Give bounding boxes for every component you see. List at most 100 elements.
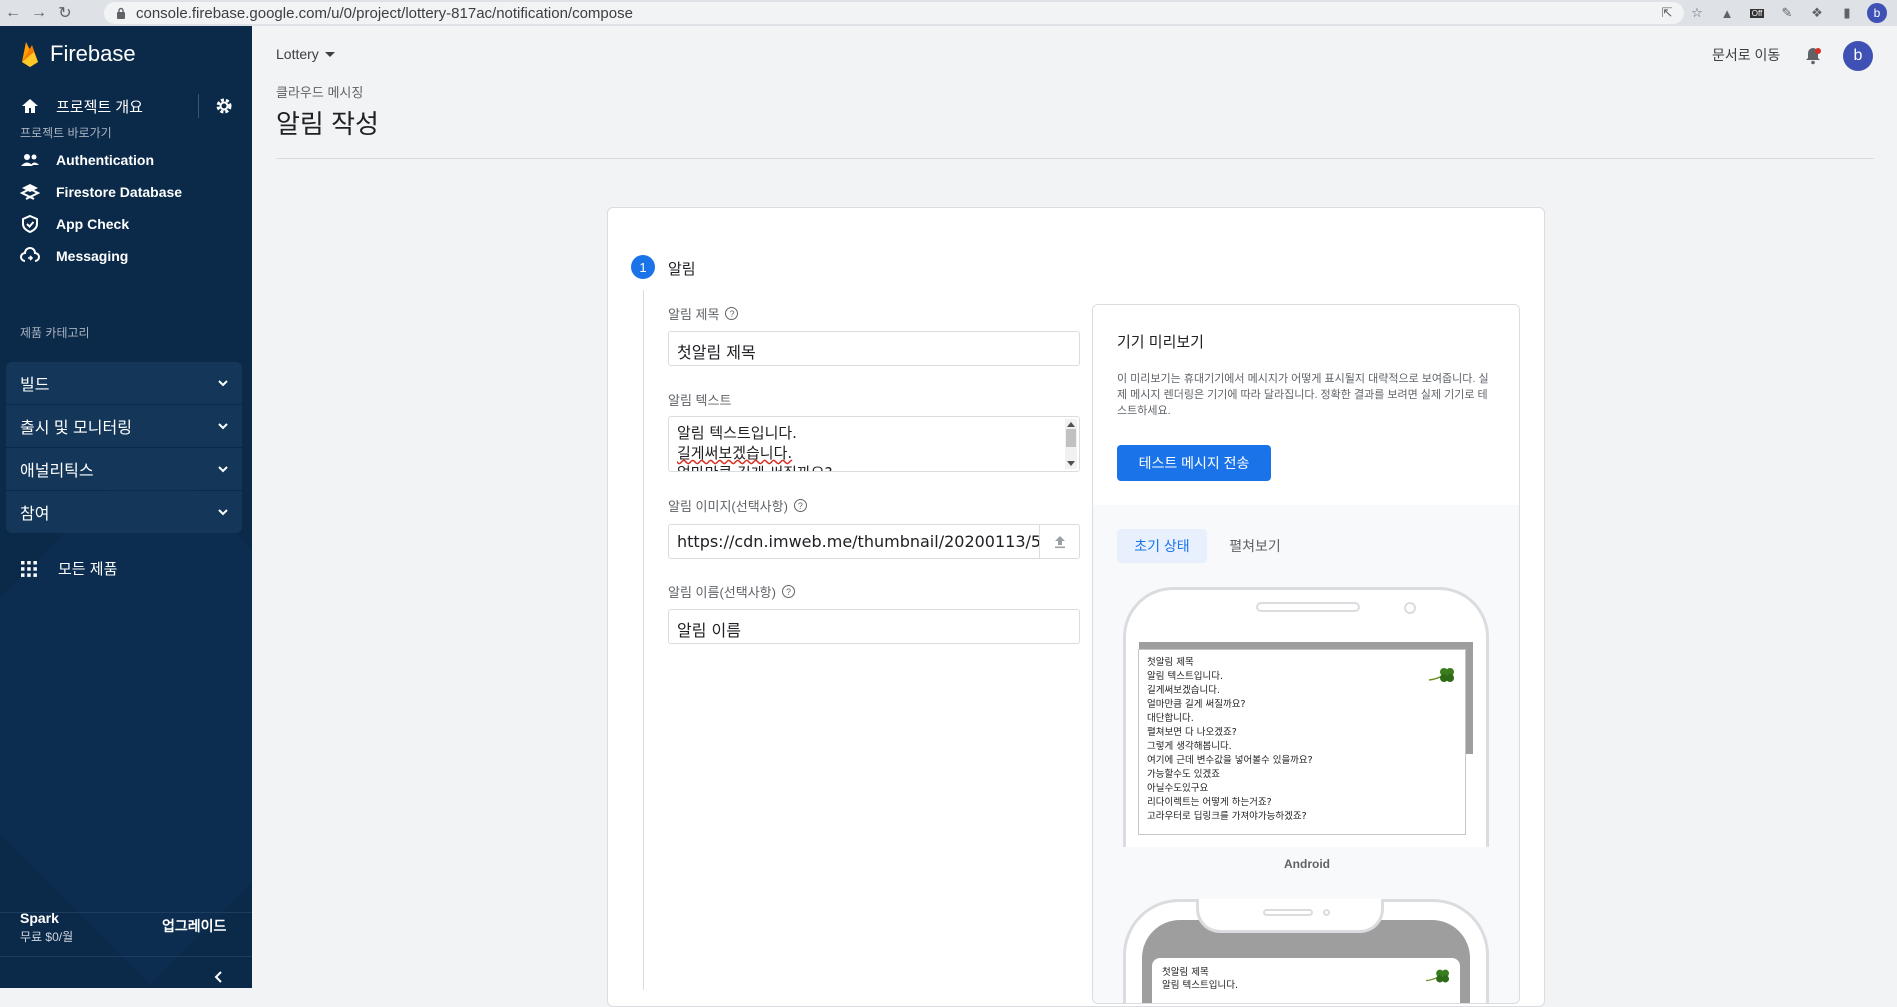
help-icon[interactable]: ? [781, 585, 795, 598]
notification-preview-title: 첫알림 제목 [1147, 657, 1194, 668]
phone-speaker [1256, 602, 1360, 612]
firestore-icon [20, 184, 40, 200]
reload-icon[interactable]: ↻ [52, 0, 78, 26]
android-label: Android [1284, 857, 1330, 871]
docs-link[interactable]: 문서로 이동 [1712, 45, 1780, 65]
notification-text-area[interactable]: 알림 텍스트입니다. 길게써보겠습니다. 얼마만큼 길게 써질까요? [668, 416, 1080, 472]
project-overview-label: 프로젝트 개요 [56, 98, 143, 116]
text-line: 얼마만큼 길게 써질까요? [677, 463, 1071, 471]
title-field-label: 알림 제목 ? [668, 304, 739, 323]
chevron-down-icon [218, 423, 228, 430]
caret-down-icon [324, 51, 335, 57]
bookmark-star-icon[interactable]: ☆ [1687, 3, 1707, 23]
url-text: console.firebase.google.com/u/0/project/… [136, 4, 633, 22]
preview-title: 기기 미리보기 [1117, 334, 1204, 351]
cloud-messaging-icon [20, 247, 40, 262]
avatar[interactable]: b [1843, 41, 1873, 71]
name-label-text: 알림 이름(선택사항) [668, 585, 776, 600]
step-number-badge: 1 [631, 255, 655, 279]
upgrade-button[interactable]: 업그레이드 [162, 916, 226, 936]
category-release-monitor[interactable]: 출시 및 모니터링 [6, 405, 242, 447]
breadcrumb[interactable]: 클라우드 메시징 [276, 82, 363, 101]
address-bar[interactable]: console.firebase.google.com/u/0/project/… [104, 2, 1684, 24]
forward-icon[interactable]: → [26, 0, 52, 26]
brand-name: Firebase [50, 41, 136, 66]
share-icon[interactable]: ⇱ [1657, 3, 1677, 23]
notification-preview-body: 알림 텍스트입니다. 길게써보겠습니다. 얼마만큼 길게 써질까요? 대단합니다… [1147, 671, 1313, 822]
extension-off-icon[interactable]: Off [1747, 3, 1767, 23]
notification-bell-icon[interactable] [1803, 46, 1823, 66]
plan-price: 무료 $0/월 [20, 930, 74, 944]
collapse-divider [0, 956, 252, 957]
help-icon[interactable]: ? [793, 499, 807, 512]
overview-divider [198, 94, 199, 118]
notification-image-input[interactable]: https://cdn.imweb.me/thumbnail/20200113/… [668, 524, 1040, 559]
sidebar-item-label: Firestore Database [56, 184, 183, 200]
grid-icon [21, 560, 37, 577]
sidebar-item-app-check[interactable]: App Check [20, 212, 129, 236]
preview-description: 이 미리보기는 휴대기기에서 메시지가 어떻게 표시될지 대략적으로 보여줍니다… [1117, 373, 1489, 417]
tab-initial-state[interactable]: 초기 상태 [1117, 529, 1207, 563]
notification-name-input[interactable]: 알림 이름 [668, 609, 1080, 644]
step-label: 알림 [668, 261, 696, 278]
notification-title-input[interactable]: 첫알림 제목 [668, 331, 1080, 366]
step-connector [643, 290, 644, 990]
home-icon [22, 99, 38, 113]
ios-notification-title: 첫알림 제목 [1162, 967, 1209, 978]
scroll-down-icon[interactable] [1067, 461, 1075, 466]
ios-camera [1323, 909, 1330, 916]
device-preview-panel: 기기 미리보기 이 미리보기는 휴대기기에서 메시지가 어떻게 표시될지 대략적… [1092, 304, 1520, 1004]
name-input-placeholder: 알림 이름 [677, 621, 741, 640]
puzzle-icon[interactable]: ❖ [1807, 3, 1827, 23]
eyedropper-icon[interactable]: ✎ [1777, 3, 1797, 23]
help-icon[interactable]: ? [725, 307, 739, 320]
preview-header: 기기 미리보기 이 미리보기는 휴대기기에서 메시지가 어떻게 표시될지 대략적… [1093, 305, 1519, 505]
sidebar: Firebase 프로젝트 개요 프로젝트 바로가기 Authenticatio… [0, 26, 252, 988]
chevron-left-icon[interactable] [212, 970, 226, 984]
project-overview-row[interactable]: 프로젝트 개요 [0, 86, 252, 126]
firebase-logo[interactable]: Firebase [20, 40, 136, 68]
browser-profile-avatar[interactable]: b [1867, 3, 1887, 23]
extension-pin-icon[interactable]: ▲ [1717, 3, 1737, 23]
extension-icons: ⇱ ☆ ▲ Off ✎ ❖ ▮ b [1657, 3, 1887, 23]
lock-icon [117, 7, 125, 19]
chevron-down-icon [218, 466, 228, 473]
project-name: Lottery [276, 46, 319, 62]
browser-toolbar: ← → ↻ console.firebase.google.com/u/0/pr… [0, 0, 1897, 26]
project-selector[interactable]: Lottery [276, 46, 335, 62]
sidebar-item-messaging[interactable]: Messaging [20, 244, 128, 268]
gear-icon[interactable] [214, 96, 234, 116]
firebase-flame-icon [22, 42, 38, 67]
plan-name: Spark [20, 910, 59, 926]
sidebar-item-firestore[interactable]: Firestore Database [20, 180, 182, 204]
chevron-down-icon [218, 509, 228, 516]
category-engage[interactable]: 참여 [6, 491, 242, 533]
send-test-message-button[interactable]: 테스트 메시지 전송 [1117, 445, 1271, 481]
upload-icon [1054, 535, 1065, 548]
category-build[interactable]: 빌드 [6, 362, 242, 404]
categories-title: 제품 카테고리 [20, 326, 90, 340]
text-line: 알림 텍스트입니다. [677, 424, 797, 442]
all-products-label: 모든 제품 [58, 561, 118, 578]
upload-button[interactable] [1040, 524, 1080, 559]
ios-notification-preview: 첫알림 제목 알림 텍스트입니다. [1152, 958, 1460, 1003]
ios-notification-body: 알림 텍스트입니다. [1162, 980, 1238, 991]
title-divider [276, 158, 1874, 159]
tab-expanded[interactable]: 펼쳐보기 [1215, 529, 1295, 563]
textarea-scroll-thumb[interactable] [1066, 429, 1076, 447]
scroll-up-icon[interactable] [1067, 422, 1075, 427]
sidepanel-icon[interactable]: ▮ [1837, 3, 1857, 23]
android-notification-preview: 첫알림 제목 알림 텍스트입니다. 길게써보겠습니다. 얼마만큼 길게 써질까요… [1138, 649, 1466, 835]
category-label: 참여 [20, 506, 50, 523]
category-analytics[interactable]: 애널리틱스 [6, 448, 242, 490]
name-field-label: 알림 이름(선택사항) ? [668, 582, 795, 601]
people-icon [21, 154, 39, 166]
category-label: 빌드 [20, 377, 50, 394]
ios-phone-frame: 첫알림 제목 알림 텍스트입니다. [1123, 899, 1489, 1003]
sidebar-item-label: Authentication [56, 152, 154, 168]
back-icon[interactable]: ← [0, 0, 26, 26]
all-products-link[interactable]: 모든 제품 [20, 558, 117, 579]
ios-notch [1196, 899, 1384, 933]
sidebar-item-authentication[interactable]: Authentication [20, 148, 154, 172]
clover-thumbnail-icon [1426, 969, 1449, 983]
